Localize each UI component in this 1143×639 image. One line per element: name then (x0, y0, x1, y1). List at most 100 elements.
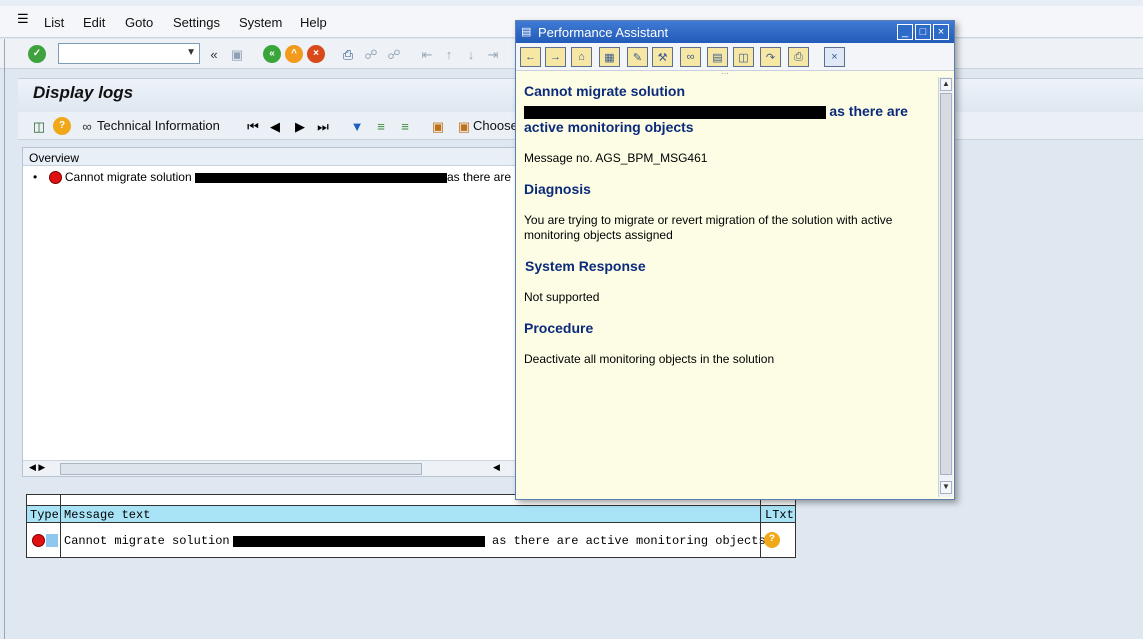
command-field[interactable]: ▼ (58, 43, 200, 64)
vertical-scrollbar[interactable]: ▲ ▼ (938, 77, 953, 497)
scrollbar-thumb[interactable] (60, 463, 422, 475)
last-icon[interactable]: ⏭ (314, 117, 332, 135)
cancel-icon[interactable]: × (307, 45, 325, 63)
diagnosis-text-line1: You are trying to migrate or revert migr… (524, 213, 893, 227)
scroll-left-icon[interactable]: ◀ ▶ (29, 462, 45, 473)
scroll-left-icon-2[interactable]: ◀ (493, 462, 500, 473)
column-message-text[interactable]: Message text (64, 508, 150, 522)
choose-icon[interactable]: ▣ (455, 117, 473, 135)
diagnosis-text-line2: monitoring objects assigned (524, 228, 673, 242)
help-icon[interactable]: ? (53, 117, 71, 135)
diagnosis-heading: Diagnosis (524, 181, 591, 197)
performance-assistant-window: ▤ Performance Assistant _ □ × ← → ⌂ ▦ ✎ … (515, 20, 955, 500)
system-response-heading: System Response (525, 258, 646, 274)
forward-arrow-icon[interactable]: → (545, 47, 566, 67)
find-next-icon[interactable]: ☍ (385, 45, 403, 63)
menu-icon[interactable]: ☰ (17, 11, 29, 27)
find-icon[interactable]: ☍ (362, 45, 380, 63)
tools-icon[interactable]: ⚒ (652, 47, 673, 67)
redacted-text (524, 106, 826, 120)
print-icon[interactable]: ⎙ (788, 47, 809, 67)
message-text-prefix: Cannot migrate solution (64, 534, 230, 548)
first-icon[interactable]: ⏮ (244, 117, 262, 135)
print-icon[interactable]: ⎙ (339, 45, 357, 63)
chevron-down-icon[interactable]: ▼ (186, 47, 196, 58)
page-title: Display logs (33, 83, 134, 102)
error-status-icon (48, 171, 62, 185)
choose-button[interactable]: Choose (473, 118, 518, 133)
column-divider (760, 495, 761, 557)
double-chevron-left-icon[interactable]: « (205, 45, 223, 63)
horizontal-scrollbar[interactable]: ◀ ▶ ◀ (23, 460, 521, 476)
overview-row-suffix: as there are (446, 170, 512, 184)
sort-descending-icon[interactable]: ≡ (396, 117, 414, 135)
column-type[interactable]: Type (30, 508, 59, 522)
menu-goto[interactable]: Goto (125, 15, 153, 30)
popup-heading-line2: as there are (524, 103, 908, 120)
sort-ascending-icon[interactable]: ≡ (372, 117, 390, 135)
edit-icon[interactable]: ✎ (627, 47, 648, 67)
menu-list[interactable]: List (44, 15, 64, 30)
long-text-help-icon[interactable]: ? (764, 532, 780, 548)
overview-row[interactable]: • Cannot migrate solution as there are (33, 170, 512, 185)
menu-help[interactable]: Help (300, 15, 327, 30)
popup-heading-line3: active monitoring objects (524, 119, 694, 135)
maximize-icon[interactable]: □ (915, 24, 931, 40)
table-header: Type Message text LTxt (27, 505, 795, 523)
overview-header: Overview (23, 148, 521, 166)
redacted-text (233, 536, 485, 547)
column-ltxt[interactable]: LTxt (765, 508, 794, 522)
scrollbar-thumb[interactable] (940, 93, 952, 475)
procedure-text: Deactivate all monitoring objects in the… (524, 352, 775, 366)
bullet-icon: • (33, 170, 38, 184)
row-selector[interactable] (46, 534, 58, 547)
menu-system[interactable]: System (239, 15, 282, 30)
message-table: Type Message text LTxt Cannot migrate so… (26, 494, 796, 558)
popup-heading-line1: Cannot migrate solution (524, 83, 685, 99)
filter-icon[interactable]: ▼ (348, 117, 366, 135)
redacted-text (194, 172, 447, 183)
exit-icon[interactable]: ^ (285, 45, 303, 63)
previous-icon[interactable]: ◀ (266, 117, 284, 135)
splitter-grip-icon[interactable]: ⋯ (721, 69, 729, 78)
message-text-suffix: as there are active monitoring objects (492, 534, 766, 548)
back-arrow-icon[interactable]: ← (520, 47, 541, 67)
error-status-icon (32, 534, 45, 547)
scroll-up-icon[interactable]: ▲ (940, 78, 952, 91)
next-icon[interactable]: ▶ (291, 117, 309, 135)
home-icon[interactable]: ⌂ (571, 47, 592, 67)
back-icon[interactable]: « (263, 45, 281, 63)
table-row[interactable]: Cannot migrate solution as there are act… (27, 531, 795, 551)
detail-icon[interactable]: ◫ (30, 117, 48, 135)
column-divider (60, 495, 61, 557)
close-icon[interactable]: × (933, 24, 949, 40)
save-icon[interactable]: ▣ (228, 45, 246, 63)
glasses-icon[interactable]: ∞ (78, 117, 96, 135)
left-border (4, 39, 5, 639)
last-page-icon[interactable]: ⇥ (484, 45, 502, 63)
first-page-icon[interactable]: ⇤ (418, 45, 436, 63)
link-icon[interactable]: ∞ (680, 47, 701, 67)
popup-heading-line2-suffix: as there are (829, 103, 908, 119)
minimize-icon[interactable]: _ (897, 24, 913, 40)
procedure-heading: Procedure (524, 320, 594, 336)
layout-icon[interactable]: ▣ (429, 117, 447, 135)
previous-page-icon[interactable]: ↑ (440, 45, 458, 63)
next-page-icon[interactable]: ↓ (462, 45, 480, 63)
popup-toolbar: ← → ⌂ ▦ ✎ ⚒ ∞ ▤ ◫ ↷ ⎙ × (516, 43, 954, 71)
technical-information-button[interactable]: Technical Information (97, 118, 220, 133)
popup-title: Performance Assistant (538, 25, 669, 40)
menu-settings[interactable]: Settings (173, 15, 220, 30)
popup-title-bar[interactable]: ▤ Performance Assistant _ □ × (516, 21, 954, 43)
menu-edit[interactable]: Edit (83, 15, 105, 30)
display-icon[interactable]: ◫ (733, 47, 754, 67)
book-icon[interactable]: ▤ (707, 47, 728, 67)
structure-icon[interactable]: ▦ (599, 47, 620, 67)
close-popup-icon[interactable]: × (824, 47, 845, 67)
scroll-down-icon[interactable]: ▼ (940, 481, 952, 494)
enter-check-icon[interactable]: ✓ (28, 45, 46, 63)
window-icon: ▤ (521, 26, 532, 38)
export-icon[interactable]: ↷ (760, 47, 781, 67)
message-number: Message no. AGS_BPM_MSG461 (524, 151, 708, 165)
overview-panel: Overview • Cannot migrate solution as th… (22, 147, 522, 477)
